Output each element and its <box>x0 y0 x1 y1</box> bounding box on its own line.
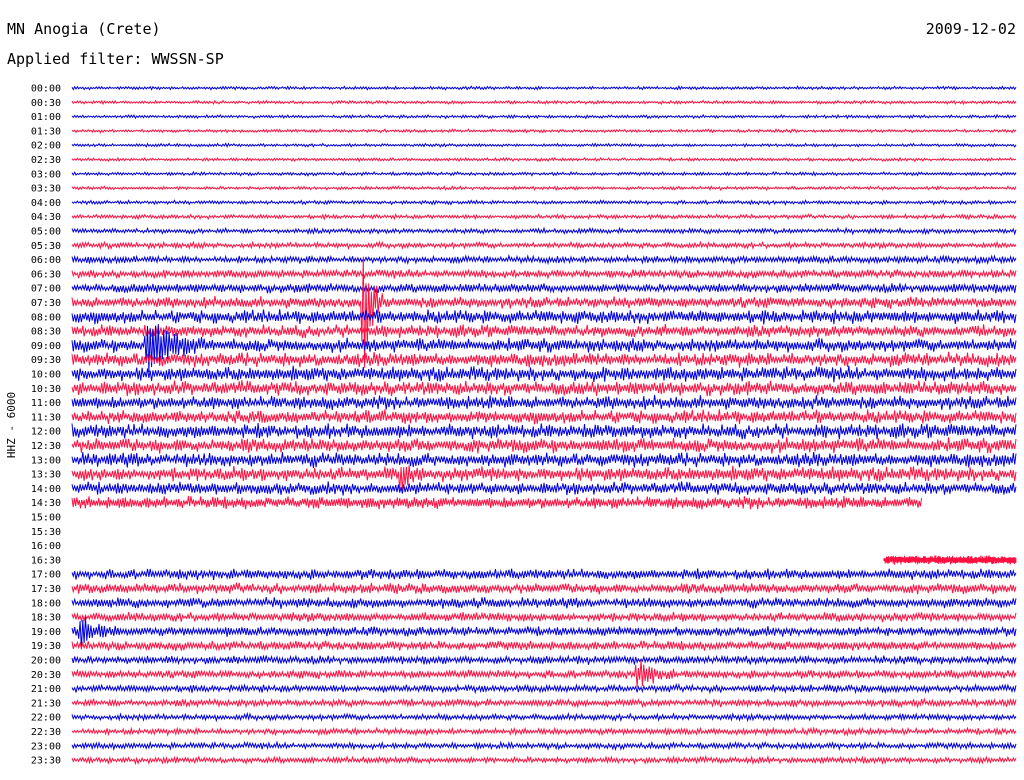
trace-0700 <box>71 282 1017 294</box>
time-label-1030: 10:30 <box>31 384 61 395</box>
trace-0430 <box>71 212 1017 221</box>
time-label-0800: 08:00 <box>31 312 61 323</box>
time-label-1830: 18:30 <box>31 613 61 624</box>
time-label-1530: 15:30 <box>31 527 61 538</box>
time-label-0330: 03:30 <box>31 184 61 195</box>
time-label-1930: 19:30 <box>31 641 61 652</box>
time-label-1130: 11:30 <box>31 412 61 423</box>
trace-1000 <box>71 365 1017 383</box>
trace-2330 <box>71 754 1017 766</box>
time-label-0430: 04:30 <box>31 212 61 223</box>
time-label-0500: 05:00 <box>31 227 61 238</box>
trace-1400 <box>71 481 1017 496</box>
time-label-1200: 12:00 <box>31 427 61 438</box>
trace-1100 <box>71 394 1017 410</box>
trace-2230 <box>71 726 1017 737</box>
helicorder-plot: 00:00 00:30 01:00 01:30 02:00 02:30 03:00 03:30… <box>5 84 1017 767</box>
trace-0500 <box>71 226 1017 236</box>
time-label-0830: 08:30 <box>31 327 61 338</box>
time-label-2030: 20:30 <box>31 670 61 681</box>
time-label-2330: 23:30 <box>31 756 61 767</box>
time-label-1500: 15:00 <box>31 513 61 524</box>
trace-0400 <box>71 199 1017 206</box>
trace-2200 <box>71 711 1017 723</box>
time-label-1230: 12:30 <box>31 441 61 452</box>
trace-0000 <box>71 85 1017 91</box>
time-label-0100: 01:00 <box>31 112 61 123</box>
time-label-1300: 13:00 <box>31 455 61 466</box>
trace-1630 <box>883 555 1017 565</box>
time-label-2130: 21:30 <box>31 698 61 709</box>
time-label-2230: 22:30 <box>31 727 61 738</box>
time-label-1430: 14:30 <box>31 498 61 509</box>
trace-1300 <box>71 452 1017 469</box>
trace-1130 <box>71 409 1017 425</box>
time-label-2300: 23:00 <box>31 741 61 752</box>
time-label-1000: 10:00 <box>31 370 61 381</box>
trace-2130 <box>71 697 1017 709</box>
trace-1700 <box>71 568 1017 581</box>
trace-1230 <box>71 437 1017 454</box>
time-label-1800: 18:00 <box>31 598 61 609</box>
trace-2000 <box>71 654 1017 666</box>
time-label-1600: 16:00 <box>31 541 61 552</box>
trace-0200 <box>71 142 1017 148</box>
time-label-1900: 19:00 <box>31 627 61 638</box>
time-label-2000: 20:00 <box>31 656 61 667</box>
trace-0130 <box>71 128 1017 134</box>
time-label-0630: 06:30 <box>31 269 61 280</box>
trace-0630 <box>71 268 1017 280</box>
time-label-1630: 16:30 <box>31 555 61 566</box>
trace-1030 <box>71 380 1017 397</box>
trace-0530 <box>71 240 1017 251</box>
time-label-0900: 09:00 <box>31 341 61 352</box>
time-label-0200: 02:00 <box>31 141 61 152</box>
trace-1430 <box>71 495 923 510</box>
time-label-2100: 21:00 <box>31 684 61 695</box>
time-label-0600: 06:00 <box>31 255 61 266</box>
time-label-1100: 11:00 <box>31 398 61 409</box>
time-label-2200: 22:00 <box>31 713 61 724</box>
time-labels: 00:00 00:30 01:00 01:30 02:00 02:30 03:00 03:30… <box>31 84 61 767</box>
time-label-0000: 00:00 <box>31 84 61 95</box>
trace-0230 <box>71 156 1017 163</box>
trace-0800 <box>71 309 1017 325</box>
trace-1200 <box>71 423 1017 440</box>
time-label-1330: 13:30 <box>31 470 61 481</box>
time-label-0400: 04:00 <box>31 198 61 209</box>
trace-0300 <box>71 170 1017 177</box>
time-label-1700: 17:00 <box>31 570 61 581</box>
time-label-0030: 00:30 <box>31 98 61 109</box>
trace-1930 <box>71 640 1017 652</box>
time-label-0230: 02:30 <box>31 155 61 166</box>
trace-1800 <box>71 597 1017 609</box>
time-label-1400: 14:00 <box>31 484 61 495</box>
trace-0330 <box>71 185 1017 192</box>
trace-1730 <box>71 582 1017 595</box>
trace-0930 <box>71 351 1017 368</box>
trace-1830 <box>71 611 1017 623</box>
time-label-0730: 07:30 <box>31 298 61 309</box>
seismic-traces <box>71 85 1017 766</box>
time-label-0930: 09:30 <box>31 355 61 366</box>
trace-0030 <box>71 99 1017 106</box>
time-label-0530: 05:30 <box>31 241 61 252</box>
trace-0830 <box>71 324 1017 339</box>
trace-0600 <box>71 253 1017 266</box>
time-label-0700: 07:00 <box>31 284 61 295</box>
trace-2100 <box>71 682 1017 695</box>
trace-0100 <box>71 113 1017 120</box>
time-label-0130: 01:30 <box>31 126 61 137</box>
time-label-1730: 17:30 <box>31 584 61 595</box>
time-label-0300: 03:00 <box>31 169 61 180</box>
channel-label: HHZ - 6000 <box>5 392 18 458</box>
trace-2300 <box>71 740 1017 752</box>
